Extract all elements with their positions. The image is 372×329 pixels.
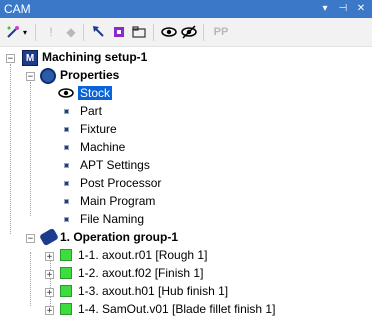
status-ok-icon <box>60 285 72 297</box>
toolbar-separator <box>83 24 84 41</box>
bullet-icon <box>64 217 69 222</box>
pp-icon: PP <box>213 26 229 38</box>
operation-item[interactable]: + 1-1. axout.r01 [Rough 1] <box>0 247 372 265</box>
bullet-icon <box>64 109 69 114</box>
setup-label: Machining setup-1 <box>42 50 148 64</box>
close-button[interactable]: ✕ <box>354 1 368 16</box>
property-label: Post Processor <box>80 176 162 190</box>
tree-view: − M Machining setup-1 − Properties Stock… <box>0 46 372 329</box>
operation-item[interactable]: + 1-2. axout.f02 [Finish 1] <box>0 265 372 283</box>
eye-icon <box>58 86 74 103</box>
expand-toggle[interactable]: + <box>45 288 54 298</box>
window-title: CAM <box>4 2 31 16</box>
property-label: Machine <box>80 140 126 154</box>
toolbar: ▾ ! ◆ PP <box>0 18 372 47</box>
bullet-icon <box>64 199 69 204</box>
status-ok-icon <box>60 303 72 315</box>
tree-node-setup[interactable]: − M Machining setup-1 <box>0 49 372 67</box>
bullet-icon <box>64 181 69 186</box>
property-item-stock[interactable]: Stock <box>0 85 372 103</box>
status-ok-icon <box>60 249 72 261</box>
operation-group-label: 1. Operation group-1 <box>60 230 179 244</box>
collapse-toggle[interactable]: − <box>26 234 35 244</box>
operation-group-icon <box>39 227 59 247</box>
setup-icon: M <box>22 50 38 66</box>
property-item-fixture[interactable]: Fixture <box>0 121 372 139</box>
exclamation-icon: ! <box>49 25 53 39</box>
dropdown-arrow-icon[interactable]: ▾ <box>20 24 30 41</box>
eye-off-icon[interactable] <box>180 24 198 41</box>
window-menu-button[interactable]: ▾ <box>318 1 332 16</box>
bullet-icon <box>64 145 69 150</box>
property-label: Fixture <box>80 122 117 136</box>
property-item-machine[interactable]: Machine <box>0 139 372 157</box>
operation-label: 1-2. axout.f02 [Finish 1] <box>78 266 204 280</box>
operation-label: 1-1. axout.r01 [Rough 1] <box>78 248 208 262</box>
tool-arrow-icon[interactable] <box>90 24 108 41</box>
window-titlebar: CAM ▾ ⊣ ✕ <box>0 0 372 18</box>
property-item-apt-settings[interactable]: APT Settings <box>0 157 372 175</box>
property-label: Main Program <box>80 194 156 208</box>
operation-item[interactable]: + 1-4. SamOut.v01 [Blade fillet finish 1… <box>0 301 372 319</box>
property-label: APT Settings <box>80 158 150 172</box>
operation-label: 1-3. axout.h01 [Hub finish 1] <box>78 284 229 298</box>
toolbar-separator <box>35 24 36 41</box>
expand-toggle[interactable]: + <box>45 252 54 262</box>
expand-toggle[interactable]: + <box>45 270 54 280</box>
folder-icon[interactable] <box>130 24 148 41</box>
tree-node-operation-group[interactable]: − 1. Operation group-1 <box>0 227 372 247</box>
expand-toggle[interactable]: + <box>45 306 54 316</box>
property-label: Stock <box>78 86 113 100</box>
collapse-toggle[interactable]: − <box>26 72 35 82</box>
bullet-icon <box>64 163 69 168</box>
property-item-main-program[interactable]: Main Program <box>0 193 372 211</box>
toolbar-separator <box>153 24 154 41</box>
operation-item[interactable]: + 1-3. axout.h01 [Hub finish 1] <box>0 283 372 301</box>
diamond-icon: ◆ <box>66 25 76 39</box>
property-label: Part <box>80 104 103 118</box>
operation-label: 1-4. SamOut.v01 [Blade fillet finish 1] <box>78 302 276 316</box>
property-item-part[interactable]: Part <box>0 103 372 121</box>
property-item-post-processor[interactable]: Post Processor <box>0 175 372 193</box>
bullet-icon <box>64 127 69 132</box>
pin-button[interactable]: ⊣ <box>336 1 350 16</box>
eye-icon[interactable] <box>160 24 178 41</box>
property-item-file-naming[interactable]: File Naming <box>0 211 372 229</box>
property-label: File Naming <box>80 212 145 226</box>
status-ok-icon <box>60 267 72 279</box>
tree-node-properties[interactable]: − Properties <box>0 67 372 85</box>
sparkle-icon[interactable] <box>110 24 128 41</box>
properties-label: Properties <box>60 68 120 82</box>
gear-icon <box>40 68 56 84</box>
toolbar-separator <box>203 24 204 41</box>
collapse-toggle[interactable]: − <box>6 54 15 64</box>
